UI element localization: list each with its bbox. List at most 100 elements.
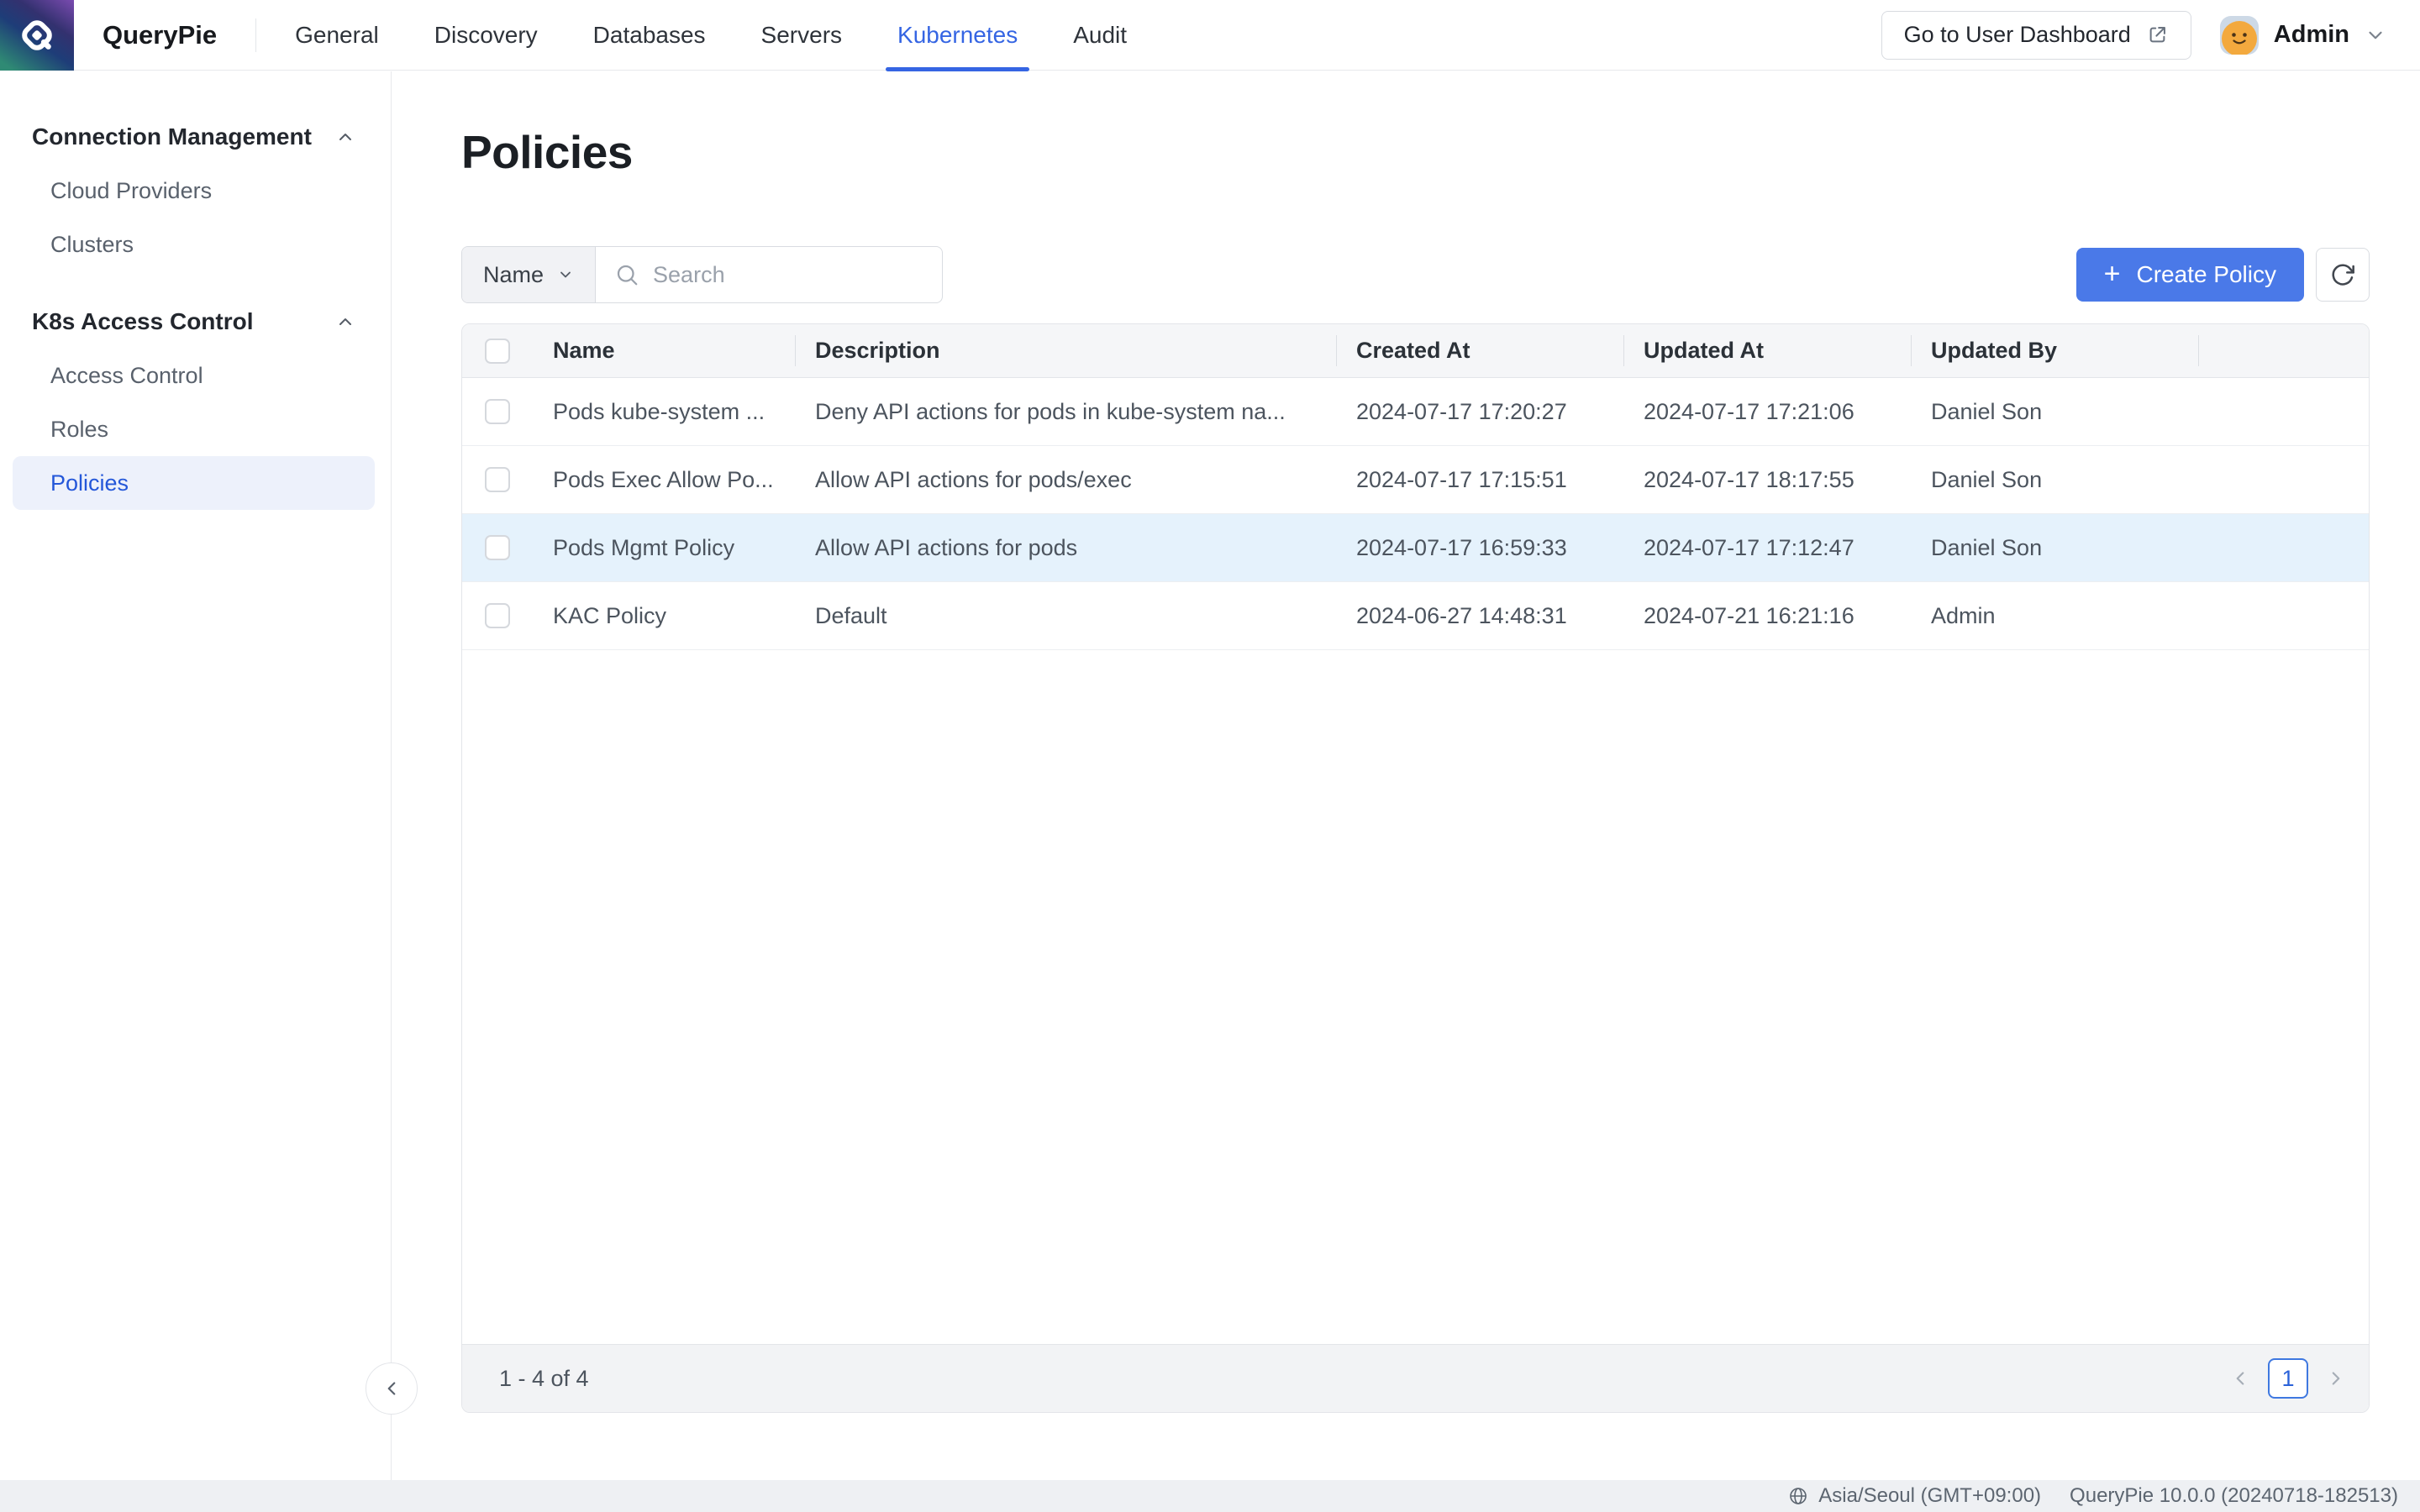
search-filter: Name	[461, 246, 943, 303]
brand-name: QueryPie	[103, 20, 217, 50]
policy-created-at-cell: 2024-07-17 17:20:27	[1336, 399, 1623, 425]
policy-name-cell: KAC Policy	[533, 603, 795, 629]
table-footer: 1 - 4 of 4 1	[462, 1344, 2369, 1412]
sidebar-header-k8s-access-control[interactable]: K8s Access Control	[0, 295, 391, 349]
sidebar-header-connection-management[interactable]: Connection Management	[0, 110, 391, 164]
querypie-logo[interactable]	[0, 0, 74, 71]
globe-icon	[1788, 1486, 1808, 1506]
chevron-down-icon	[557, 266, 574, 283]
sidebar-item-clusters[interactable]: Clusters	[0, 218, 391, 271]
sidebar-section-connection-management: Connection Management Cloud Providers Cl…	[0, 110, 391, 271]
plus-icon: +	[2104, 260, 2121, 288]
policy-updated-by-cell: Admin	[1911, 603, 2198, 629]
table-row[interactable]: Pods Exec Allow Po... Allow API actions …	[462, 446, 2369, 514]
external-link-icon	[2146, 24, 2169, 46]
filter-field-label: Name	[483, 262, 544, 288]
sidebar-item-access-control[interactable]: Access Control	[0, 349, 391, 402]
navbar-right: Go to User Dashboard Admin	[1881, 11, 2420, 60]
chevron-right-icon	[2325, 1368, 2347, 1389]
policy-created-at-cell: 2024-07-17 16:59:33	[1336, 535, 1623, 561]
policy-name-cell: Pods Exec Allow Po...	[533, 467, 795, 493]
policy-updated-by-cell: Daniel Son	[1911, 535, 2198, 561]
go-to-user-dashboard-label: Go to User Dashboard	[1904, 22, 2131, 48]
controls-right: + Create Policy	[2076, 248, 2370, 302]
chevron-up-icon	[335, 127, 355, 147]
pagination-prev-button[interactable]	[2229, 1368, 2251, 1389]
status-bar: Asia/Seoul (GMT+09:00) QueryPie 10.0.0 (…	[0, 1480, 2420, 1512]
refresh-icon	[2329, 261, 2356, 288]
tab-discovery[interactable]: Discovery	[434, 0, 538, 71]
user-name: Admin	[2274, 21, 2349, 49]
sidebar-section-k8s-access-control: K8s Access Control Access Control Roles …	[0, 295, 391, 510]
querypie-mark-icon	[15, 13, 59, 57]
nav-tabs: General Discovery Databases Servers Kube…	[295, 0, 1127, 71]
column-header-created-at: Created At	[1336, 324, 1623, 377]
select-all-cell	[462, 324, 533, 377]
row-checkbox-cell	[462, 514, 533, 581]
column-header-name: Name	[533, 324, 795, 377]
pagination-range: 1 - 4 of 4	[499, 1366, 589, 1392]
tab-servers[interactable]: Servers	[761, 0, 842, 71]
main-content: Policies Name + Create Policy	[392, 71, 2420, 1480]
select-all-checkbox[interactable]	[485, 339, 510, 364]
policies-table: Name Description Created At Updated At U…	[461, 323, 2370, 1413]
sidebar-header-label: Connection Management	[32, 123, 312, 150]
policy-description-cell: Allow API actions for pods/exec	[795, 467, 1336, 493]
search-icon	[614, 262, 639, 287]
timezone-text: Asia/Seoul (GMT+09:00)	[1818, 1484, 2041, 1508]
sidebar-item-cloud-providers[interactable]: Cloud Providers	[0, 164, 391, 218]
policy-created-at-cell: 2024-07-17 17:15:51	[1336, 467, 1623, 493]
policy-name-cell: Pods kube-system ...	[533, 399, 795, 425]
table-header-row: Name Description Created At Updated At U…	[462, 324, 2369, 378]
go-to-user-dashboard-button[interactable]: Go to User Dashboard	[1881, 11, 2191, 60]
create-policy-button[interactable]: + Create Policy	[2076, 248, 2304, 302]
tab-kubernetes[interactable]: Kubernetes	[897, 0, 1018, 71]
policy-description-cell: Allow API actions for pods	[795, 535, 1336, 561]
table-empty-space	[462, 650, 2369, 1344]
row-checkbox-cell	[462, 446, 533, 513]
row-checkbox-cell	[462, 378, 533, 445]
column-header-updated-by: Updated By	[1911, 324, 2198, 377]
filter-field-dropdown[interactable]: Name	[462, 247, 596, 302]
table-row[interactable]: Pods kube-system ... Deny API actions fo…	[462, 378, 2369, 446]
row-checkbox[interactable]	[485, 603, 510, 628]
timezone-indicator: Asia/Seoul (GMT+09:00)	[1788, 1484, 2041, 1508]
chevron-left-icon	[2229, 1368, 2251, 1389]
policy-updated-at-cell: 2024-07-17 18:17:55	[1623, 467, 1911, 493]
search-input[interactable]	[653, 262, 923, 288]
policy-updated-by-cell: Daniel Son	[1911, 399, 2198, 425]
table-controls: Name + Create Policy	[461, 246, 2370, 303]
policy-description-cell: Default	[795, 603, 1336, 629]
row-checkbox[interactable]	[485, 399, 510, 424]
table-row-highlighted[interactable]: Pods Mgmt Policy Allow API actions for p…	[462, 514, 2369, 582]
tab-databases[interactable]: Databases	[593, 0, 706, 71]
chevron-left-icon	[381, 1378, 402, 1399]
policy-description-cell: Deny API actions for pods in kube-system…	[795, 399, 1336, 425]
sidebar-collapse-button[interactable]	[366, 1362, 418, 1415]
sidebar-item-policies[interactable]: Policies	[13, 456, 375, 510]
chevron-up-icon	[335, 312, 355, 332]
pagination-current-page[interactable]: 1	[2268, 1358, 2308, 1399]
tab-general[interactable]: General	[295, 0, 379, 71]
create-policy-label: Create Policy	[2136, 261, 2276, 288]
sidebar: Connection Management Cloud Providers Cl…	[0, 71, 392, 1480]
policy-updated-at-cell: 2024-07-21 16:21:16	[1623, 603, 1911, 629]
policy-name-cell: Pods Mgmt Policy	[533, 535, 795, 561]
row-checkbox[interactable]	[485, 535, 510, 560]
user-menu[interactable]: Admin	[2220, 16, 2386, 55]
nav-divider	[255, 18, 256, 52]
sidebar-header-label: K8s Access Control	[32, 308, 254, 335]
refresh-button[interactable]	[2316, 248, 2370, 302]
table-row[interactable]: KAC Policy Default 2024-06-27 14:48:31 2…	[462, 582, 2369, 650]
top-navbar: QueryPie General Discovery Databases Ser…	[0, 0, 2420, 71]
row-checkbox-cell	[462, 582, 533, 649]
tab-audit[interactable]: Audit	[1073, 0, 1127, 71]
page-title: Policies	[461, 125, 2370, 179]
sidebar-item-roles[interactable]: Roles	[0, 402, 391, 456]
column-header-updated-at: Updated At	[1623, 324, 1911, 377]
policy-updated-by-cell: Daniel Son	[1911, 467, 2198, 493]
searchbox	[596, 247, 942, 302]
row-checkbox[interactable]	[485, 467, 510, 492]
pagination-next-button[interactable]	[2325, 1368, 2347, 1389]
column-header-description: Description	[795, 324, 1336, 377]
